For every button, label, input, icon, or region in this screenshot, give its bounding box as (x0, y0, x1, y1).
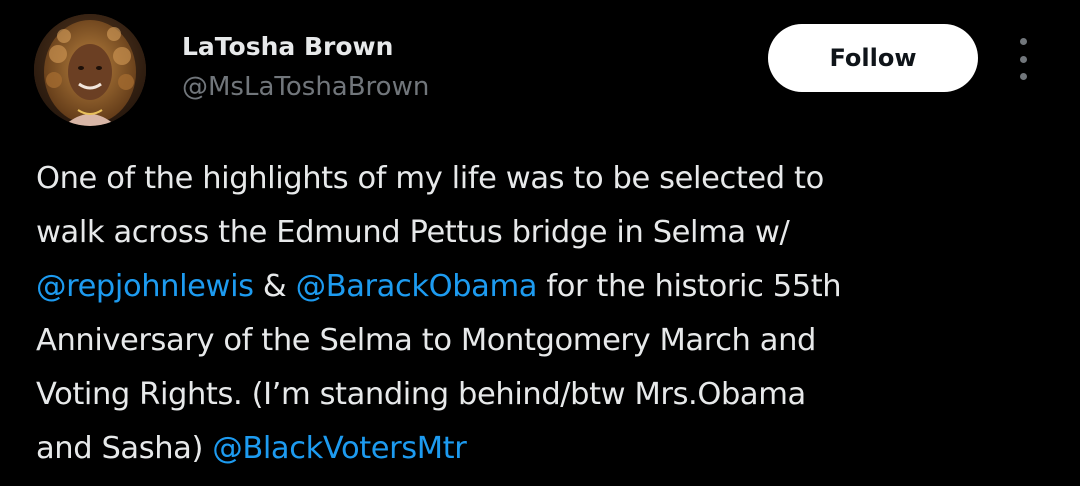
tweet-line: walk across the Edmund Pettus bridge in … (36, 206, 1066, 260)
tweet-line: Anniversary of the Selma to Montgomery M… (36, 314, 1066, 368)
tweet-text-segment: walk across the Edmund Pettus bridge in … (36, 215, 790, 250)
dot (1019, 73, 1027, 80)
tweet-text-segment: & (253, 269, 296, 304)
mention-link-repjohnlewis[interactable]: @repjohnlewis (36, 269, 254, 304)
follow-button[interactable]: Follow (768, 24, 978, 92)
avatar-image (34, 14, 146, 126)
tweet-text-segment: One of the highlights of my life was to … (36, 161, 824, 196)
tweet-line: Voting Rights. (I’m standing behind/btw … (36, 368, 1066, 422)
tweet-line: and Sasha) @BlackVotersMtr (36, 422, 1066, 476)
mention-link-blackvotersmtr[interactable]: @BlackVotersMtr (212, 431, 467, 466)
author-name[interactable]: LaTosha Brown (182, 32, 393, 62)
tweet-line: One of the highlights of my life was to … (36, 152, 1066, 206)
more-options-icon[interactable] (1008, 38, 1038, 80)
dot (1019, 38, 1027, 45)
tweet-text-segment: and Sasha) (36, 431, 213, 466)
avatar[interactable] (34, 14, 146, 126)
author-handle[interactable]: @MsLaToshaBrown (182, 72, 429, 102)
tweet-text-segment: for the historic 55th (537, 269, 842, 304)
tweet-text-segment: Anniversary of the Selma to Montgomery M… (36, 323, 816, 358)
mention-link-barackobama[interactable]: @BarackObama (296, 269, 538, 304)
tweet-text: One of the highlights of my life was to … (36, 152, 1066, 476)
tweet-line: @repjohnlewis & @BarackObama for the his… (36, 260, 1066, 314)
tweet-text-segment: Voting Rights. (I’m standing behind/btw … (36, 377, 806, 412)
dot (1019, 55, 1027, 63)
